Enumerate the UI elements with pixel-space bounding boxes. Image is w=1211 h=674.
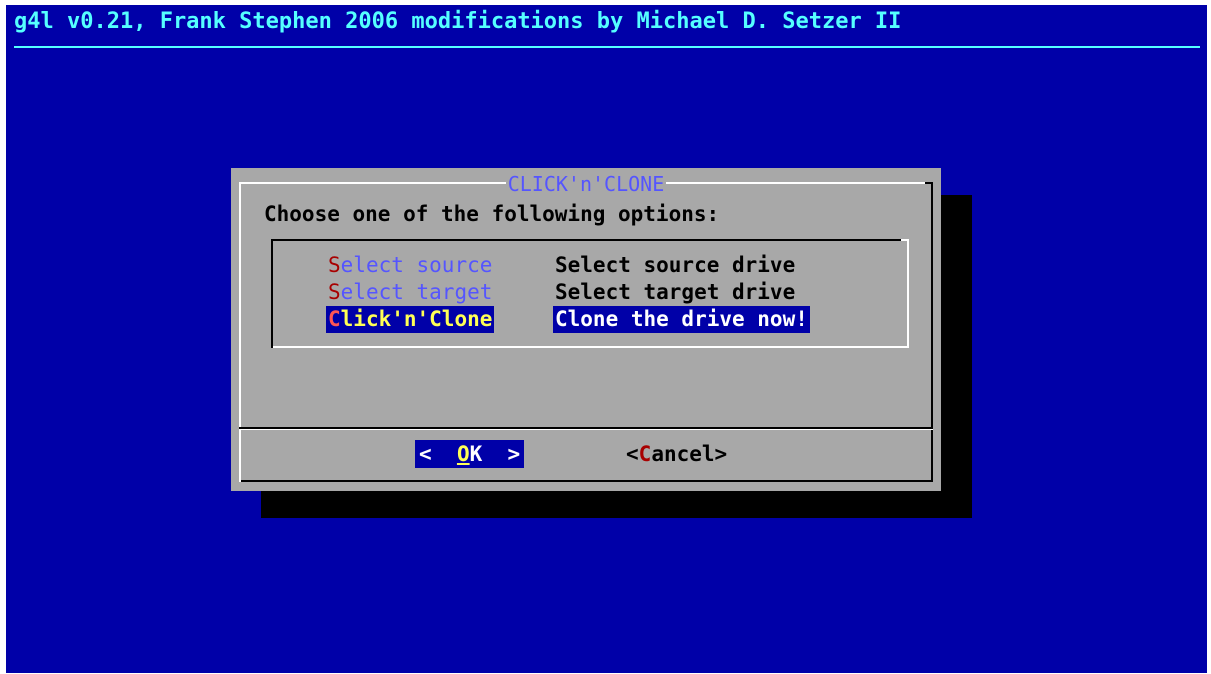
- menu-frame-right: [907, 239, 909, 348]
- dialog-prompt: Choose one of the following options:: [264, 202, 720, 226]
- menu-item-tag: Select target: [326, 279, 494, 306]
- backtitle: g4l v0.21, Frank Stephen 2006 modificati…: [14, 9, 902, 34]
- menu-item-tag: Select source: [326, 252, 494, 279]
- menu-item-select-target[interactable]: Select target Select target drive: [326, 279, 795, 306]
- menu-item-select-source[interactable]: Select source Select source drive: [326, 252, 795, 279]
- menu-frame-left: [271, 239, 273, 348]
- dialog-frame-left: [239, 182, 241, 482]
- menu-dialog: CLICK'n'CLONE Choose one of the followin…: [231, 168, 941, 491]
- cancel-button-left-bracket: <: [626, 442, 639, 466]
- menu-item-description: Select source drive: [555, 253, 796, 277]
- menu-item-click-n-clone[interactable]: Click'n'Clone Clone the drive now!: [326, 306, 810, 333]
- menu-item-hotkey: S: [328, 253, 341, 277]
- ok-button[interactable]: < OK >: [415, 440, 525, 468]
- terminal-screen: g4l v0.21, Frank Stephen 2006 modificati…: [6, 5, 1207, 673]
- menu-item-tag-text: elect source: [340, 253, 493, 277]
- cancel-button-label: ancel: [651, 442, 715, 466]
- dialog-frame-right: [931, 182, 933, 482]
- ok-button-right-bracket: >: [482, 442, 521, 466]
- menu-frame-corner: [271, 340, 273, 348]
- dialog-title-bar: CLICK'n'CLONE: [231, 172, 941, 196]
- ok-button-hotkey: O: [456, 442, 470, 466]
- ok-button-left-bracket: <: [419, 442, 457, 466]
- cancel-button-hotkey: C: [638, 442, 652, 466]
- dialog-title: CLICK'n'CLONE: [505, 172, 667, 196]
- dialog-frame-bottom: [239, 480, 933, 482]
- button-separator-highlight: [239, 429, 933, 430]
- ok-button-label: K: [469, 442, 483, 466]
- menu-item-tag-text: elect target: [340, 280, 493, 304]
- menu-list: Select source Select source drive Select…: [271, 239, 909, 348]
- menu-frame-corner: [901, 239, 909, 241]
- cancel-button[interactable]: <Cancel>: [626, 440, 727, 468]
- dialog-frame-corner: [239, 474, 241, 482]
- menu-frame-top: [271, 239, 909, 241]
- menu-item-description: Clone the drive now!: [553, 306, 810, 333]
- menu-item-hotkey: C: [328, 307, 341, 331]
- menu-item-tag: Click'n'Clone: [326, 306, 495, 333]
- menu-item-tag-text: lick'n'Clone: [340, 307, 493, 331]
- cancel-button-right-bracket: >: [714, 442, 728, 466]
- menu-item-description: Select target drive: [555, 280, 796, 304]
- menu-item-hotkey: S: [328, 280, 341, 304]
- backtitle-divider: [14, 46, 1200, 48]
